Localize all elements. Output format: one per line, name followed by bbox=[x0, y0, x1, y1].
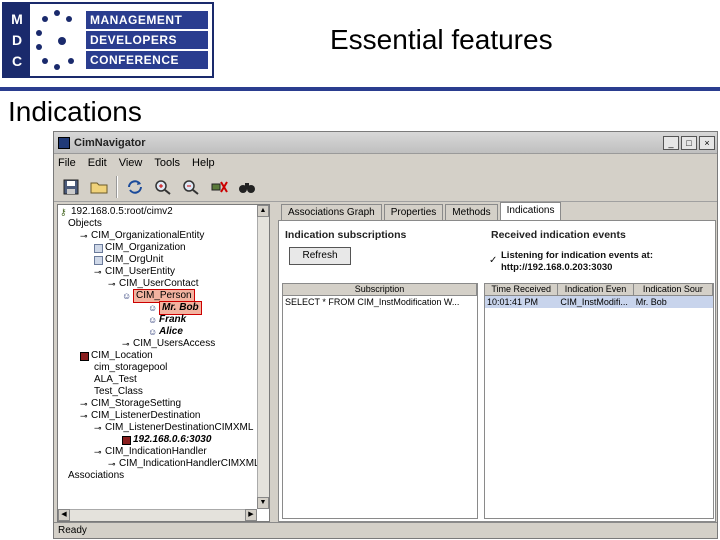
open-folder-icon[interactable] bbox=[88, 176, 110, 198]
person-icon: ☺ bbox=[148, 302, 158, 313]
refresh-button[interactable]: Refresh bbox=[289, 247, 351, 265]
expand-icon: ⊸ bbox=[80, 410, 88, 421]
expand-icon: ⊸ bbox=[94, 422, 102, 433]
header-rule bbox=[0, 87, 720, 91]
location-icon bbox=[80, 351, 89, 361]
slide-subtitle: Indications bbox=[8, 96, 142, 127]
table-row[interactable]: SELECT * FROM CIM_InstModification W... bbox=[283, 296, 477, 308]
tree-node[interactable]: ⊸ CIM_UserEntity bbox=[94, 266, 175, 278]
menubar: File Edit View Tools Help bbox=[54, 154, 717, 172]
tree-node[interactable]: cim_storagepool bbox=[94, 362, 167, 374]
tab-indications[interactable]: Indications bbox=[499, 202, 562, 220]
key-icon: ⚷ bbox=[60, 206, 67, 217]
column-header[interactable]: Time Received bbox=[485, 284, 559, 295]
object-tree[interactable]: ⚷ 192.168.0.5:root/cimv2 Objects ⊸ CIM_Org… bbox=[57, 204, 270, 522]
received-events-heading: Received indication events bbox=[491, 229, 626, 241]
tree-node[interactable]: ⊸ CIM_ListenerDestination bbox=[80, 410, 201, 422]
toolbar-separator bbox=[116, 175, 118, 198]
tree-horizontal-scrollbar[interactable]: ◀ ▶ bbox=[58, 509, 257, 521]
tree-node[interactable]: ⊸ CIM_UsersAccess bbox=[122, 338, 215, 350]
save-icon[interactable] bbox=[60, 176, 82, 198]
person-icon: ☺ bbox=[148, 314, 158, 325]
tree-node-instance[interactable]: 192.168.0.6:3030 bbox=[122, 434, 211, 446]
column-header[interactable]: Indication Even bbox=[558, 284, 634, 295]
menu-help[interactable]: Help bbox=[192, 157, 215, 169]
scroll-up-icon[interactable]: ▲ bbox=[257, 205, 269, 217]
tab-strip: Associations Graph Properties Methods In… bbox=[281, 202, 562, 220]
scroll-left-icon[interactable]: ◀ bbox=[58, 509, 70, 521]
tree-node[interactable]: Objects bbox=[68, 218, 102, 230]
tree-node[interactable]: ⊸ CIM_StorageSetting bbox=[80, 398, 181, 410]
tree-node-instance[interactable]: ☺ Alice bbox=[148, 326, 183, 338]
tree-node[interactable]: Test_Class bbox=[94, 386, 143, 398]
expand-icon: ⊸ bbox=[108, 458, 116, 469]
tree-node[interactable]: ⊸ CIM_IndicationHandler bbox=[94, 446, 207, 458]
status-bar: Ready bbox=[54, 522, 717, 538]
tree-node[interactable]: CIM_OrgUnit bbox=[94, 254, 163, 266]
expand-icon: ⊸ bbox=[80, 398, 88, 409]
logo-text: MANAGEMENT DEVELOPERS CONFERENCE bbox=[86, 4, 212, 76]
maximize-button[interactable]: □ bbox=[681, 135, 697, 150]
table-cell: CIM_InstModifi... bbox=[560, 297, 628, 307]
expand-icon: ⊸ bbox=[108, 278, 116, 289]
window-title: CimNavigator bbox=[74, 136, 146, 149]
class-icon bbox=[94, 255, 103, 265]
person-icon: ☺ bbox=[148, 326, 158, 337]
tree-node[interactable]: ⊸ CIM_ListenerDestinationCIMXML bbox=[94, 422, 253, 434]
tree-vertical-scrollbar[interactable]: ▲ ▼ bbox=[257, 205, 269, 509]
person-icon: ☺ bbox=[122, 290, 132, 301]
tab-associations-graph[interactable]: Associations Graph bbox=[281, 204, 382, 220]
scroll-right-icon[interactable]: ▶ bbox=[245, 509, 257, 521]
minimize-button[interactable]: _ bbox=[663, 135, 679, 150]
menu-tools[interactable]: Tools bbox=[154, 157, 180, 169]
class-icon bbox=[94, 243, 103, 253]
mdc-logo: M D C MANAGEMENT DEVELOPERS CONFERENCE bbox=[2, 2, 214, 78]
disconnect-icon[interactable] bbox=[208, 176, 230, 198]
refresh-icon[interactable] bbox=[124, 176, 146, 198]
listening-info: ✓ Listening for indication events at: ht… bbox=[489, 250, 654, 273]
close-button[interactable]: × bbox=[699, 135, 715, 150]
tree-node[interactable]: CIM_Location bbox=[80, 350, 153, 362]
subscriptions-table[interactable]: Subscription SELECT * FROM CIM_InstModif… bbox=[282, 283, 478, 519]
tab-methods[interactable]: Methods bbox=[445, 204, 498, 220]
expand-icon: ⊸ bbox=[94, 266, 102, 277]
destination-icon bbox=[122, 435, 131, 445]
cimnavigator-window: CimNavigator _ □ × File Edit View Tools … bbox=[53, 131, 718, 539]
zoom-in-icon[interactable] bbox=[152, 176, 174, 198]
tab-properties[interactable]: Properties bbox=[383, 204, 444, 220]
tree-node[interactable]: ALA_Test bbox=[94, 374, 137, 386]
tree-node-instance[interactable]: ☺ Frank bbox=[148, 314, 186, 326]
events-table[interactable]: Time Received Indication Even Indication… bbox=[484, 283, 714, 519]
table-row[interactable]: 10:01:41 PM CIM_InstModifi... Mr. Bob bbox=[485, 296, 713, 308]
menu-view[interactable]: View bbox=[119, 157, 143, 169]
indications-panel: Indication subscriptions Received indica… bbox=[278, 220, 716, 522]
column-header[interactable]: Subscription bbox=[283, 284, 477, 295]
menu-file[interactable]: File bbox=[58, 157, 76, 169]
tree-node[interactable]: ⊸ CIM_IndicationHandlerCIMXML bbox=[108, 458, 257, 470]
zoom-out-icon[interactable] bbox=[180, 176, 202, 198]
column-header[interactable]: Indication Sour bbox=[634, 284, 713, 295]
menu-edit[interactable]: Edit bbox=[88, 157, 107, 169]
logo-letters: M D C bbox=[4, 4, 30, 76]
tree-node-instance[interactable]: ☺ Mr. Bob bbox=[148, 301, 202, 315]
binoculars-icon[interactable] bbox=[236, 176, 258, 198]
window-titlebar[interactable]: CimNavigator _ □ × bbox=[54, 132, 717, 154]
tree-node[interactable]: Associations bbox=[68, 470, 124, 482]
tree-node[interactable]: CIM_Organization bbox=[94, 242, 186, 254]
table-cell: SELECT * FROM CIM_InstModification W... bbox=[285, 297, 460, 307]
expand-icon: ⊸ bbox=[94, 446, 102, 457]
scroll-down-icon[interactable]: ▼ bbox=[257, 497, 269, 509]
logo-dots bbox=[30, 4, 86, 76]
expand-icon: ⊸ bbox=[122, 338, 130, 349]
slide-title: Essential features bbox=[330, 24, 553, 55]
table-cell: Mr. Bob bbox=[635, 297, 667, 307]
expand-icon: ⊸ bbox=[80, 230, 88, 241]
table-cell: 10:01:41 PM bbox=[487, 297, 539, 307]
subscriptions-heading: Indication subscriptions bbox=[285, 229, 407, 241]
app-icon bbox=[58, 136, 70, 149]
tree-node[interactable]: ⊸ CIM_OrganizationalEntity bbox=[80, 230, 204, 242]
check-icon: ✓ bbox=[489, 255, 498, 266]
tree-node[interactable]: ⚷ 192.168.0.5:root/cimv2 bbox=[60, 206, 173, 218]
toolbar bbox=[54, 172, 717, 202]
